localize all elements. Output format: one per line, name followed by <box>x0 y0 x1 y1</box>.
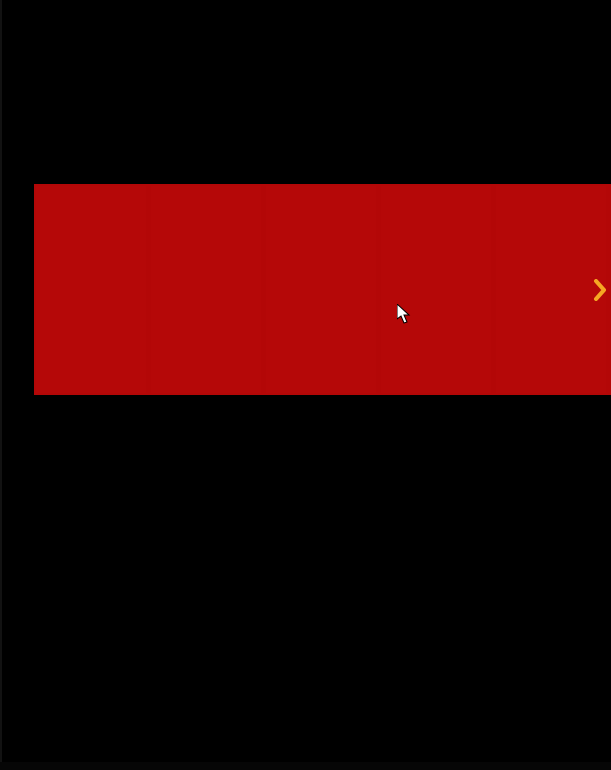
carousel-card[interactable] <box>381 186 491 393</box>
carousel-container <box>34 184 611 395</box>
chevron-right-icon <box>593 279 607 301</box>
carousel-row <box>36 186 606 393</box>
carousel-card[interactable] <box>36 186 146 393</box>
horizontal-scrollbar[interactable] <box>0 762 611 770</box>
app-viewport <box>0 0 611 770</box>
next-button[interactable] <box>591 277 609 303</box>
carousel-card[interactable] <box>266 186 376 393</box>
carousel-card[interactable] <box>151 186 261 393</box>
left-edge-scrollbar <box>0 0 2 762</box>
carousel-card[interactable] <box>496 186 606 393</box>
